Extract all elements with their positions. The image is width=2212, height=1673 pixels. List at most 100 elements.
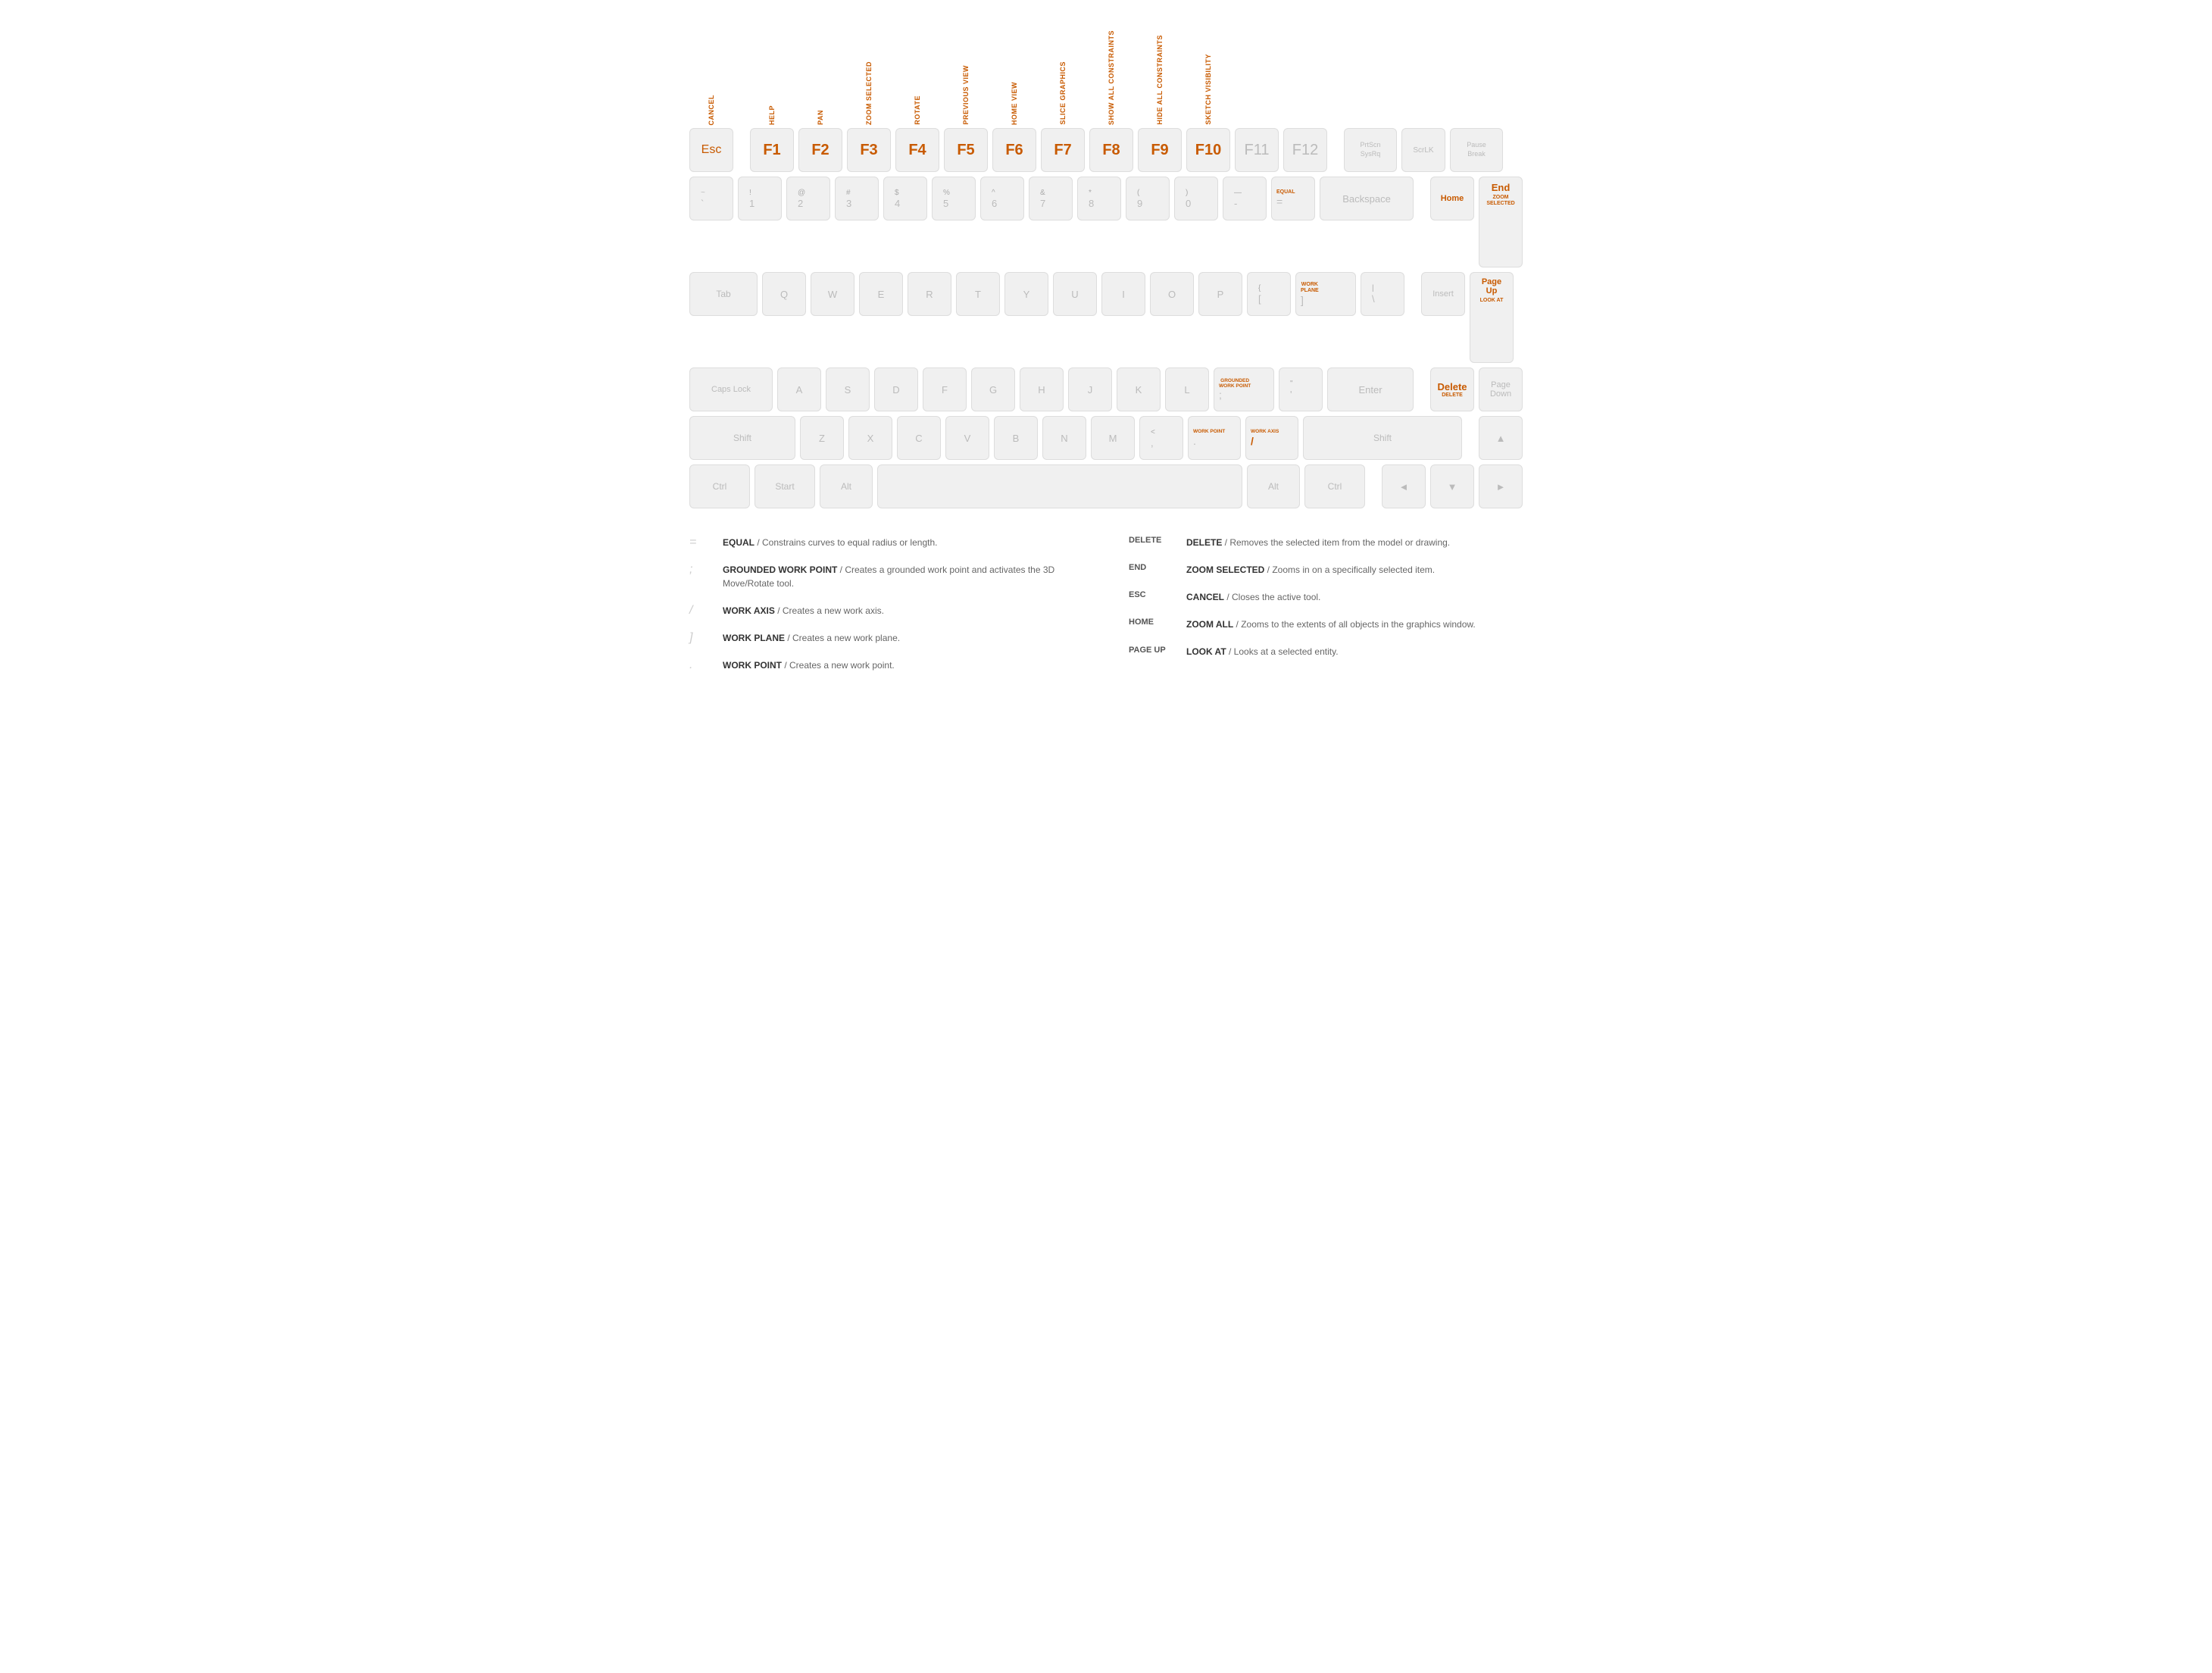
key-shift-left[interactable]: Shift <box>689 416 795 460</box>
key-end[interactable]: End ZOOMSELECTED <box>1479 177 1523 267</box>
key-8[interactable]: * 8 <box>1077 177 1121 220</box>
key-prtscn[interactable]: PrtScnSysRq <box>1344 128 1397 172</box>
key-j[interactable]: J <box>1068 367 1112 411</box>
key-f10[interactable]: F10 <box>1186 128 1230 172</box>
key-slash[interactable]: WORK AXIS / <box>1245 416 1298 460</box>
legend-text-home: ZOOM ALL / Zooms to the extents of all o… <box>1186 618 1476 631</box>
key-tilde[interactable]: ~ ` <box>689 177 733 220</box>
legend: = EQUAL / Constrains curves to equal rad… <box>689 536 1523 686</box>
key-6[interactable]: ^ 6 <box>980 177 1024 220</box>
key-scrlk[interactable]: ScrLK <box>1401 128 1445 172</box>
key-f[interactable]: F <box>923 367 967 411</box>
key-enter[interactable]: Enter <box>1327 367 1414 411</box>
key-0[interactable]: ) 0 <box>1174 177 1218 220</box>
key-alt-right[interactable]: Alt <box>1247 464 1300 508</box>
label-f9: HIDE ALL CONSTRAINTS <box>1156 35 1164 125</box>
key-1[interactable]: ! 1 <box>738 177 782 220</box>
key-9[interactable]: ( 9 <box>1126 177 1170 220</box>
key-5[interactable]: % 5 <box>932 177 976 220</box>
key-arrow-right[interactable]: ► <box>1479 464 1523 508</box>
key-i[interactable]: I <box>1101 272 1145 316</box>
key-t[interactable]: T <box>956 272 1000 316</box>
key-f6[interactable]: F6 <box>992 128 1036 172</box>
key-alt-left[interactable]: Alt <box>820 464 873 508</box>
key-pagedown[interactable]: PageDown <box>1479 367 1523 411</box>
key-a[interactable]: A <box>777 367 821 411</box>
legend-text-equal: EQUAL / Constrains curves to equal radiu… <box>723 536 937 549</box>
key-k[interactable]: K <box>1117 367 1161 411</box>
key-ctrl-left[interactable]: Ctrl <box>689 464 750 508</box>
key-period[interactable]: WORK POINT . <box>1188 416 1241 460</box>
legend-item-semicolon: ; GROUNDED WORK POINT / Creates a ground… <box>689 563 1083 590</box>
key-home[interactable]: Home <box>1430 177 1474 220</box>
key-minus[interactable]: — - <box>1223 177 1267 220</box>
key-backslash[interactable]: | \ <box>1361 272 1404 316</box>
key-backspace[interactable]: Backspace <box>1320 177 1414 220</box>
key-r[interactable]: R <box>908 272 951 316</box>
key-f12[interactable]: F12 <box>1283 128 1327 172</box>
key-shift-right[interactable]: Shift <box>1303 416 1462 460</box>
key-f1[interactable]: F1 <box>750 128 794 172</box>
key-y[interactable]: Y <box>1004 272 1048 316</box>
key-quote[interactable]: " ' <box>1279 367 1323 411</box>
key-equal[interactable]: EQUAL = <box>1271 177 1315 220</box>
key-e[interactable]: E <box>859 272 903 316</box>
key-v[interactable]: V <box>945 416 989 460</box>
key-f3[interactable]: F3 <box>847 128 891 172</box>
key-x[interactable]: X <box>848 416 892 460</box>
label-f4: ROTATE <box>914 95 921 125</box>
key-f4[interactable]: F4 <box>895 128 939 172</box>
key-7[interactable]: & 7 <box>1029 177 1073 220</box>
key-bracket-right[interactable]: WORKPLANE ] <box>1295 272 1356 316</box>
key-s[interactable]: S <box>826 367 870 411</box>
key-z[interactable]: Z <box>800 416 844 460</box>
key-g[interactable]: G <box>971 367 1015 411</box>
key-f7[interactable]: F7 <box>1041 128 1085 172</box>
key-delete[interactable]: Delete DELETE <box>1430 367 1474 411</box>
key-f2[interactable]: F2 <box>798 128 842 172</box>
key-2[interactable]: @ 2 <box>786 177 830 220</box>
legend-right: DELETE DELETE / Removes the selected ite… <box>1129 536 1523 686</box>
key-pageup[interactable]: PageUp LOOK AT <box>1470 272 1514 363</box>
legend-title-slash: WORK AXIS <box>723 605 775 616</box>
key-c[interactable]: C <box>897 416 941 460</box>
key-arrow-down[interactable]: ▼ <box>1430 464 1474 508</box>
key-arrow-up[interactable]: ▲ <box>1479 416 1523 460</box>
key-bracket-left[interactable]: { [ <box>1247 272 1291 316</box>
key-space[interactable] <box>877 464 1242 508</box>
label-f2: PAN <box>817 110 824 125</box>
key-3[interactable]: # 3 <box>835 177 879 220</box>
legend-title-delete: DELETE <box>1186 537 1222 548</box>
legend-key-home: HOME <box>1129 618 1174 627</box>
key-f9[interactable]: F9 <box>1138 128 1182 172</box>
legend-text-pageup: LOOK AT / Looks at a selected entity. <box>1186 645 1339 658</box>
key-m[interactable]: M <box>1091 416 1135 460</box>
legend-item-bracket: ] WORK PLANE / Creates a new work plane. <box>689 631 1083 645</box>
key-l[interactable]: L <box>1165 367 1209 411</box>
key-tab[interactable]: Tab <box>689 272 758 316</box>
key-capslock[interactable]: Caps Lock <box>689 367 773 411</box>
key-f5[interactable]: F5 <box>944 128 988 172</box>
key-o[interactable]: O <box>1150 272 1194 316</box>
key-f8[interactable]: F8 <box>1089 128 1133 172</box>
key-ctrl-right[interactable]: Ctrl <box>1304 464 1365 508</box>
key-comma[interactable]: < , <box>1139 416 1183 460</box>
label-f7: SLICE GRAPHICS <box>1059 61 1067 125</box>
key-f11[interactable]: F11 <box>1235 128 1279 172</box>
key-arrow-left[interactable]: ◄ <box>1382 464 1426 508</box>
key-pause[interactable]: PauseBreak <box>1450 128 1503 172</box>
key-w[interactable]: W <box>811 272 854 316</box>
key-h[interactable]: H <box>1020 367 1064 411</box>
legend-key-period: . <box>689 658 711 672</box>
key-4[interactable]: $ 4 <box>883 177 927 220</box>
key-n[interactable]: N <box>1042 416 1086 460</box>
key-u[interactable]: U <box>1053 272 1097 316</box>
key-esc[interactable]: Esc <box>689 128 733 172</box>
key-insert[interactable]: Insert <box>1421 272 1465 316</box>
key-p[interactable]: P <box>1198 272 1242 316</box>
key-b[interactable]: B <box>994 416 1038 460</box>
key-d[interactable]: D <box>874 367 918 411</box>
key-q[interactable]: Q <box>762 272 806 316</box>
key-start[interactable]: Start <box>755 464 815 508</box>
key-semicolon[interactable]: GROUNDEDWORK POINT ; <box>1214 367 1274 411</box>
